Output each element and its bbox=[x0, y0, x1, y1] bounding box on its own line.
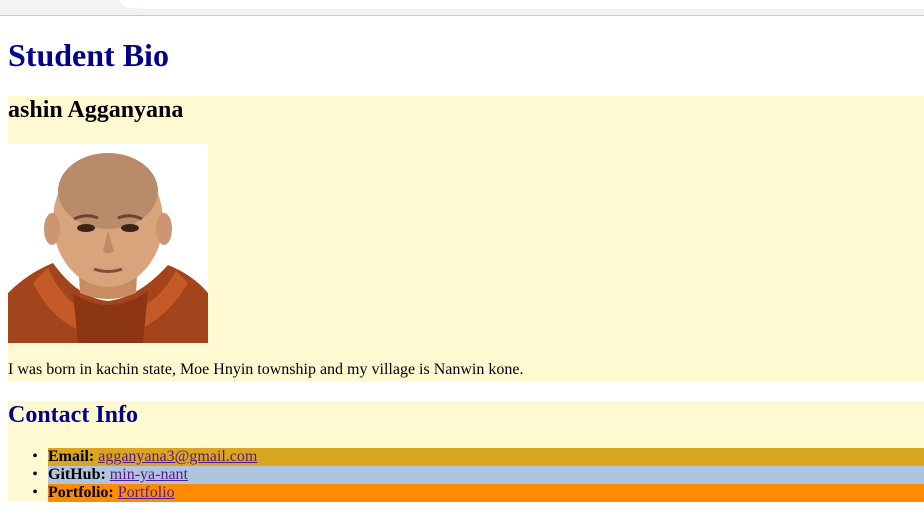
github-label: GitHub: bbox=[48, 466, 110, 483]
bio-section: ashin Agganyana I was born in kachin sta… bbox=[8, 96, 924, 381]
contact-list: • Email: agganyana3@gmail.com • GitHub: … bbox=[8, 448, 924, 502]
student-name: ashin Agganyana bbox=[8, 97, 184, 123]
bullet-icon: • bbox=[32, 484, 38, 501]
browser-top-strip bbox=[0, 0, 924, 16]
portfolio-link[interactable]: Portfolio bbox=[118, 484, 175, 501]
portfolio-label: Portfolio: bbox=[48, 484, 118, 501]
bullet-icon: • bbox=[32, 466, 38, 483]
bullet-icon: • bbox=[32, 448, 38, 465]
bio-text: I was born in kachin state, Moe Hnyin to… bbox=[8, 361, 524, 378]
contact-item-portfolio: • Portfolio: Portfolio bbox=[32, 484, 924, 502]
github-link[interactable]: min-ya-nant bbox=[110, 466, 188, 483]
page-title: Student Bio bbox=[8, 37, 169, 73]
contact-item-github: • GitHub: min-ya-nant bbox=[32, 466, 924, 484]
email-link[interactable]: agganyana3@gmail.com bbox=[98, 448, 257, 465]
contact-section: Contact Info • Email: agganyana3@gmail.c… bbox=[8, 401, 924, 502]
contact-heading: Contact Info bbox=[8, 402, 138, 428]
tab-strip bbox=[140, 0, 924, 9]
email-label: Email: bbox=[48, 448, 99, 465]
student-photo-image bbox=[8, 143, 208, 343]
student-photo bbox=[8, 143, 208, 343]
contact-item-email: • Email: agganyana3@gmail.com bbox=[32, 448, 924, 466]
